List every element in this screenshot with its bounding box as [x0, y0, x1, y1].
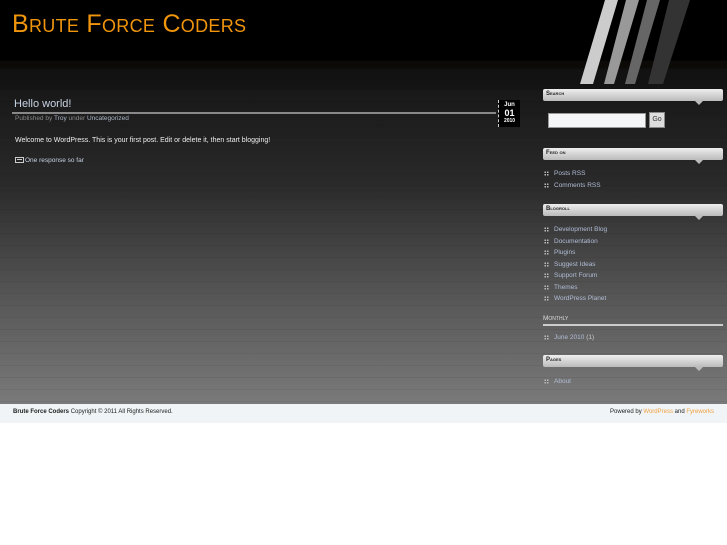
widget-title-pages: Pages — [543, 355, 723, 371]
credit-text: and — [674, 409, 685, 415]
post: Hello world! Published by Troy under Unc… — [12, 98, 521, 164]
bullet-icon — [544, 250, 549, 256]
list-item[interactable]: WordPress Planet — [544, 293, 607, 305]
meta-label: Published by — [15, 115, 53, 122]
comment-icon — [15, 157, 24, 163]
bullet-icon — [544, 238, 549, 244]
header-stripes-decoration — [580, 0, 690, 84]
item-label: Documentation — [554, 237, 598, 245]
bullet-icon — [544, 296, 549, 302]
bullet-icon — [544, 227, 549, 233]
comments-link[interactable]: One response so far — [15, 157, 84, 164]
post-title[interactable]: Hello world! — [14, 98, 521, 110]
list-item[interactable]: Development Blog — [544, 224, 607, 236]
feed-list: Posts RSS Comments RSS — [544, 168, 601, 191]
date-year: 2010 — [503, 118, 516, 124]
author-link[interactable]: Troy — [54, 115, 67, 122]
search-input[interactable] — [548, 113, 646, 128]
theme-link[interactable]: Fyreworks — [686, 409, 714, 415]
list-item[interactable]: Suggest Ideas — [544, 259, 607, 271]
title-divider — [12, 112, 496, 114]
list-item[interactable]: June 2010 (1) — [544, 332, 594, 344]
search-go-button[interactable]: Go — [649, 112, 665, 128]
list-item[interactable]: About — [544, 376, 571, 388]
item-label: Plugins — [554, 249, 576, 257]
footer-credits: Powered by WordPress and Fyreworks — [610, 409, 714, 418]
site-title[interactable]: Brute Force Coders — [12, 10, 246, 39]
wordpress-link[interactable]: WordPress — [643, 409, 673, 415]
list-item[interactable]: Support Forum — [544, 270, 607, 282]
bullet-icon — [544, 379, 549, 385]
item-label: About — [554, 378, 571, 386]
widget-title-blogroll: Blogroll — [543, 204, 723, 220]
bullet-icon — [544, 261, 549, 267]
item-label: June 2010 — [554, 334, 585, 342]
item-label: Comments RSS — [554, 181, 601, 189]
item-label: Themes — [554, 283, 578, 291]
widget-title-monthly: Monthly — [543, 315, 723, 326]
bullet-icon — [544, 335, 549, 341]
category-link[interactable]: Uncategorized — [87, 115, 129, 122]
item-label: WordPress Planet — [554, 295, 607, 303]
widget-title-search: Search — [543, 89, 723, 105]
widget-title-feed: Feed on — [543, 148, 723, 164]
item-label: Posts RSS — [554, 170, 586, 178]
footer-site-name: Brute Force Coders — [13, 409, 70, 415]
list-item[interactable]: Comments RSS — [544, 180, 601, 192]
footer: Brute Force Coders Copyright © 2011 All … — [0, 404, 727, 423]
credit-text: Powered by — [610, 409, 642, 415]
list-item[interactable]: Posts RSS — [544, 168, 601, 180]
footer-copyright: Brute Force Coders Copyright © 2011 All … — [13, 409, 173, 418]
comments-label: One response so far — [25, 157, 84, 164]
header: Brute Force Coders — [0, 0, 727, 90]
bullet-icon — [544, 182, 549, 188]
item-label: Development Blog — [554, 226, 608, 234]
post-meta: Published by Troy under Uncategorized — [15, 115, 129, 122]
bullet-icon — [544, 171, 549, 177]
bullet-icon — [544, 284, 549, 290]
list-item[interactable]: Documentation — [544, 236, 607, 248]
bullet-icon — [544, 273, 549, 279]
monthly-list: June 2010 (1) — [544, 332, 594, 344]
item-count: (1) — [586, 334, 595, 342]
date-day: 01 — [504, 108, 515, 118]
list-item[interactable]: Themes — [544, 282, 607, 294]
item-label: Support Forum — [554, 272, 598, 280]
list-item[interactable]: Plugins — [544, 247, 607, 259]
meta-label: under — [68, 115, 86, 122]
blogroll-list: Development Blog Documentation Plugins S… — [544, 224, 607, 305]
copyright-text: Copyright © 2011 All Rights Reserved. — [70, 409, 173, 415]
post-date-badge: Jun 01 2010 — [498, 100, 520, 127]
post-body: Welcome to WordPress. This is your first… — [15, 137, 271, 144]
pages-list: About — [544, 376, 571, 388]
item-label: Suggest Ideas — [554, 260, 596, 268]
